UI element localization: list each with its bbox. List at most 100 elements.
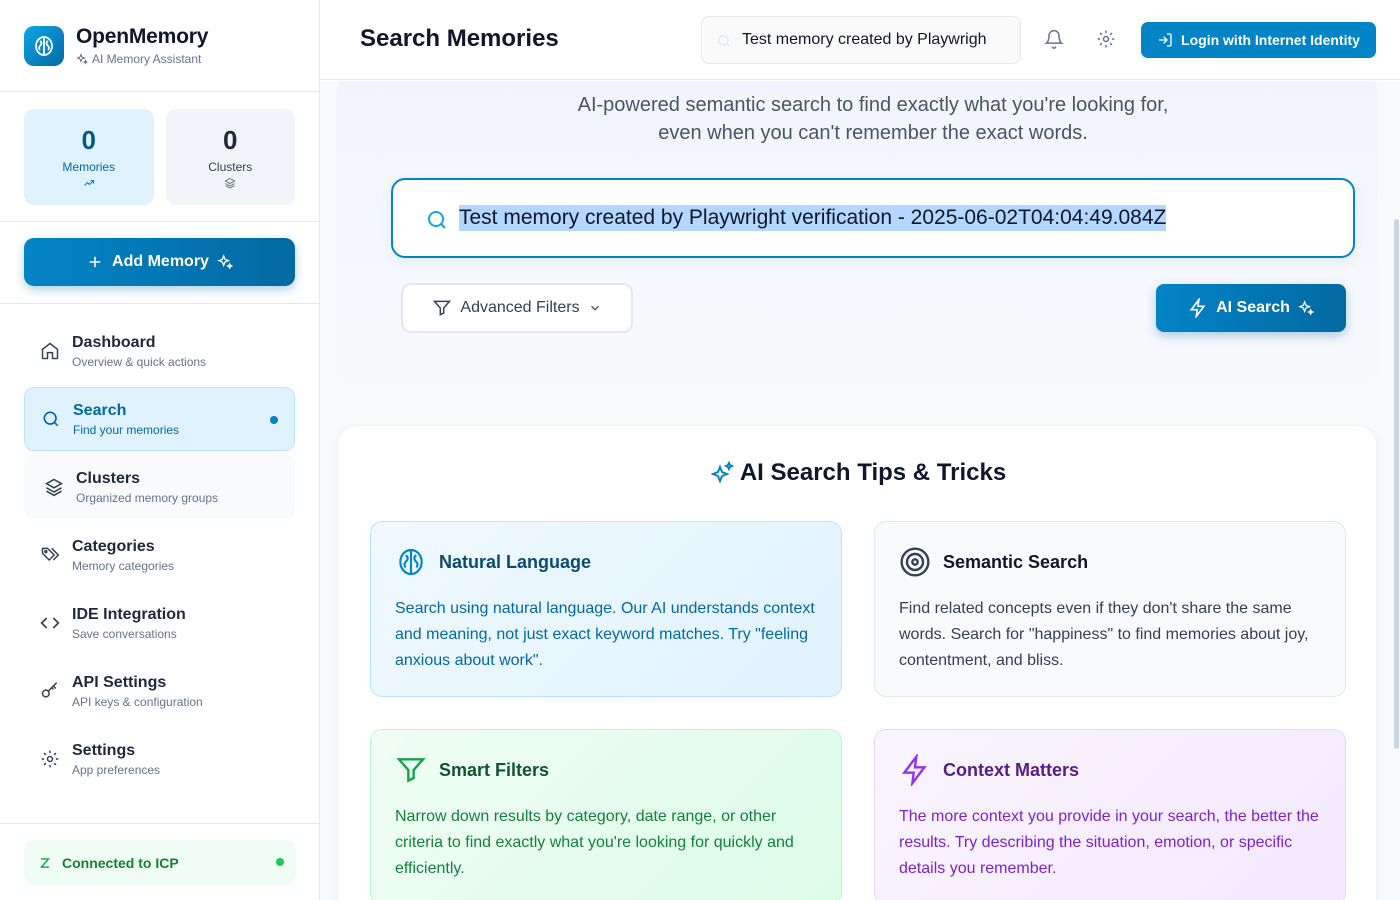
sidebar-item-api-settings[interactable]: API Settings API keys & configuration (24, 659, 295, 723)
search-tips-panel: AI Search Tips & Tricks Natural Language… (337, 425, 1377, 900)
brand-subtitle: AI Memory Assistant (76, 52, 208, 66)
clusters-count: 0 (223, 125, 238, 155)
sidebar-item-clusters[interactable]: Clusters Organized memory groups (24, 455, 295, 519)
header-search-value: Test memory created by Playwrigh (742, 31, 987, 48)
add-memory-button[interactable]: Add Memory (24, 238, 295, 286)
search-hero: AI-powered semantic search to find exact… (336, 81, 1378, 391)
tags-icon (38, 543, 62, 567)
login-button[interactable]: Login with Internet Identity (1141, 22, 1376, 58)
tip-card-title: Natural Language (439, 551, 592, 572)
sparkles-icon (1298, 300, 1314, 316)
connection-icon (39, 857, 51, 868)
sidebar-item-title: Settings (72, 741, 136, 759)
sidebar-item-subtitle: Save conversations (72, 626, 177, 641)
brand-subtitle-text: AI Memory Assistant (92, 52, 202, 66)
ai-search-button[interactable]: AI Search (1156, 284, 1346, 332)
tip-card-text: Search using natural language. Our AI un… (395, 600, 815, 669)
gear-icon (38, 747, 62, 771)
sidebar-item-subtitle: Memory categories (72, 558, 175, 573)
clusters-label: Clusters (208, 160, 253, 174)
tips-heading: AI Search Tips & Tricks (338, 459, 1378, 487)
sidebar: OpenMemory AI Memory Assistant 0 Memorie… (0, 0, 320, 900)
ai-search-label: AI Search (1216, 299, 1290, 316)
memories-label: Memories (62, 160, 116, 174)
tip-card-semantic-search: Semantic Search Find related concepts ev… (874, 521, 1346, 697)
search-icon (428, 211, 446, 229)
stats: 0 Memories 0 Clusters (0, 92, 319, 222)
active-indicator (270, 416, 278, 424)
login-label: Login with Internet Identity (1181, 32, 1360, 48)
search-description: AI-powered semantic search to find exact… (336, 91, 1400, 147)
tip-card-text: The more context you provide in your sea… (899, 808, 1319, 877)
tip-card-text: Narrow down results by category, date ra… (395, 808, 794, 877)
tip-card-smart-filters: Smart Filters Narrow down results by cat… (370, 729, 842, 900)
zap-icon (901, 754, 927, 786)
sparkles-icon (217, 254, 233, 270)
status-dot (276, 858, 284, 866)
sidebar-item-categories[interactable]: Categories Memory categories (24, 523, 295, 587)
header-search-input[interactable]: Test memory created by Playwrigh (701, 16, 1021, 64)
top-header: Search Memories Test memory created by P… (320, 0, 1400, 80)
add-memory-label: Add Memory (112, 253, 209, 270)
tip-card-natural-language: Natural Language Search using natural la… (370, 521, 842, 697)
main-content: AI-powered semantic search to find exact… (320, 81, 1400, 900)
sidebar-item-ide-integration[interactable]: IDE Integration Save conversations (24, 591, 295, 655)
sidebar-item-title: IDE Integration (72, 605, 186, 623)
advanced-filters-label: Advanced Filters (460, 299, 580, 316)
search-description-line: even when you can't remember the exact w… (658, 122, 1088, 144)
page-title: Search Memories (360, 25, 559, 52)
sidebar-item-title: API Settings (72, 673, 167, 691)
key-icon (38, 679, 62, 703)
scrollbar-thumb[interactable] (1394, 219, 1399, 749)
search-icon (718, 35, 730, 47)
sparkles-icon (710, 460, 734, 484)
search-input-value: Test memory created by Playwright verifi… (459, 205, 1167, 231)
trending-up-icon (83, 179, 94, 186)
home-icon (38, 339, 62, 363)
sidebar-item-subtitle: App preferences (72, 762, 161, 777)
sidebar-item-search[interactable]: Search Find your memories (24, 387, 295, 451)
layers-icon (224, 177, 236, 189)
plus-icon (89, 256, 101, 268)
tip-card-title: Context Matters (943, 759, 1080, 780)
connection-label: Connected to ICP (62, 854, 179, 871)
memories-count: 0 (81, 125, 96, 155)
code-icon (38, 611, 62, 635)
connection-status: Connected to ICP (24, 840, 296, 885)
sparkles-icon (76, 53, 88, 65)
search-icon (39, 407, 63, 431)
sidebar-item-subtitle: Organized memory groups (76, 490, 219, 505)
gear-icon[interactable] (1096, 28, 1116, 55)
tips-title: AI Search Tips & Tricks (739, 459, 1007, 486)
tip-card-text: Find related concepts even if they don't… (899, 600, 1309, 669)
tip-card-title: Semantic Search (943, 551, 1089, 572)
sidebar-item-settings[interactable]: Settings App preferences (24, 727, 295, 791)
search-description-line: AI-powered semantic search to find exact… (577, 94, 1169, 116)
sidebar-item-title: Clusters (76, 469, 141, 487)
sidebar-item-dashboard[interactable]: Dashboard Overview & quick actions (24, 319, 295, 383)
filter-icon (433, 300, 452, 316)
bell-icon[interactable] (1044, 28, 1064, 55)
sidebar-item-title: Search (73, 401, 127, 419)
chevron-down-icon (590, 305, 599, 311)
layers-icon (42, 475, 66, 499)
sidebar-nav: Dashboard Overview & quick actions Searc… (24, 319, 295, 795)
brand: OpenMemory AI Memory Assistant (0, 0, 319, 92)
brain-logo-icon (24, 25, 64, 66)
memories-stat[interactable]: 0 Memories (24, 109, 154, 205)
search-input[interactable]: Test memory created by Playwright verifi… (391, 178, 1355, 258)
tip-card-title: Smart Filters (439, 759, 550, 780)
brain-icon (399, 548, 423, 576)
sidebar-item-subtitle: Overview & quick actions (72, 354, 207, 369)
filter-icon (396, 758, 426, 783)
brand-title: OpenMemory (76, 25, 209, 48)
advanced-filters-button[interactable]: Advanced Filters (401, 283, 633, 333)
sidebar-item-subtitle: API keys & configuration (72, 694, 203, 709)
login-icon (1159, 33, 1172, 47)
sidebar-item-title: Dashboard (72, 333, 156, 351)
sidebar-item-subtitle: Find your memories (73, 422, 180, 437)
sidebar-item-title: Categories (72, 537, 155, 555)
clusters-stat[interactable]: 0 Clusters (165, 109, 295, 205)
target-icon (900, 547, 930, 577)
tip-card-context-matters: Context Matters The more context you pro… (874, 729, 1346, 900)
